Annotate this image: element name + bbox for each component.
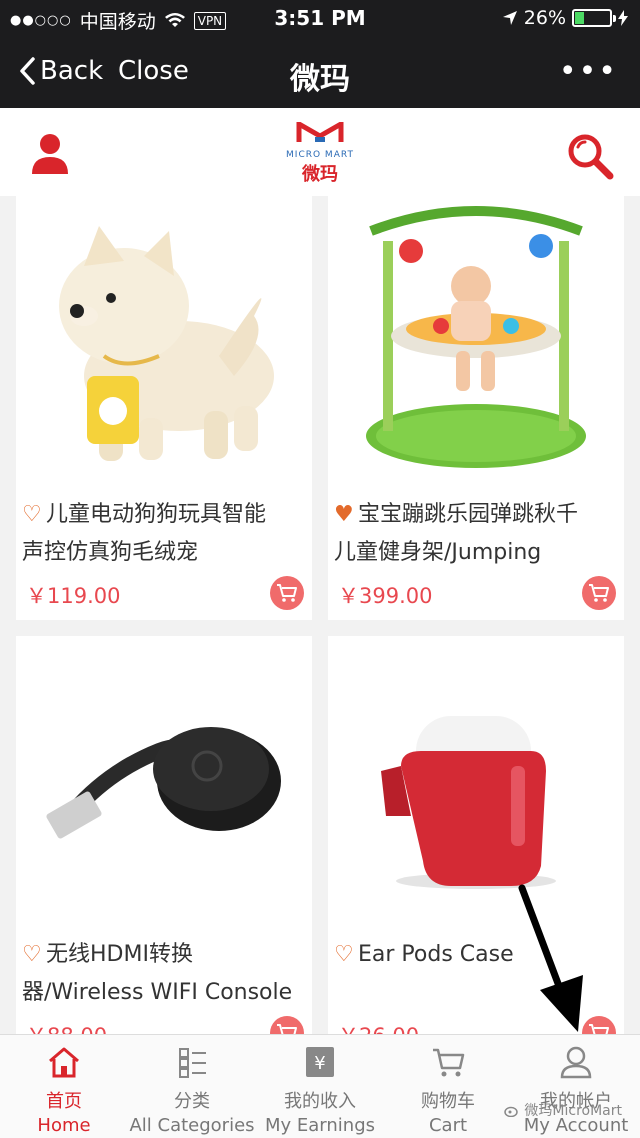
tab-label-en: All Categories — [129, 1115, 255, 1136]
tab-home[interactable]: 首页 Home — [0, 1035, 128, 1138]
product-card[interactable]: ♡无线HDMI转换 器/Wireless WIFI Console ￥88.00 — [16, 636, 312, 1050]
cart-icon — [589, 584, 609, 602]
product-title-line1: 无线HDMI转换 — [46, 942, 193, 967]
battery-icon — [572, 9, 616, 27]
product-title: ♡ Ear Pods Case — [334, 936, 620, 1012]
battery-fill — [575, 12, 584, 24]
battery-percent: 26% — [523, 7, 566, 29]
add-to-cart-button[interactable] — [582, 576, 616, 610]
product-title-line1: 儿童电动狗狗玩具智能 — [46, 502, 267, 527]
product-title: ♡ 无线HDMI转换 器/Wireless WIFI Console — [22, 936, 308, 1012]
location-arrow-icon — [502, 11, 517, 25]
product-card[interactable]: ♡ 儿童电动狗狗玩具智能 声控仿真狗毛绒宠 ￥119.00 — [16, 196, 312, 620]
nav-bar: Back Close 微玛 ••• — [0, 36, 640, 108]
add-to-cart-button[interactable] — [270, 576, 304, 610]
product-image — [16, 636, 312, 926]
user-profile-button[interactable] — [30, 132, 70, 176]
svg-text:¥: ¥ — [314, 1053, 325, 1074]
tab-label-en: Cart — [428, 1115, 468, 1136]
favorite-heart-icon[interactable]: ♡ — [22, 496, 46, 534]
logo-chinese: 微玛 — [302, 164, 338, 185]
product-price: ￥399.00 — [338, 584, 433, 608]
product-image — [328, 636, 624, 926]
battery-tip — [613, 15, 616, 22]
status-bar: ●●○○○ 中国移动 VPN 3:51 PM 26% — [0, 0, 640, 36]
app-root: ●●○○○ 中国移动 VPN 3:51 PM 26% Back Close 微玛… — [0, 0, 640, 1138]
weibo-icon — [504, 1106, 519, 1117]
tab-label-en: Home — [37, 1115, 91, 1136]
user-icon — [560, 1046, 592, 1079]
product-image — [328, 196, 624, 486]
product-title-line2: 器/Wireless WIFI Console — [22, 980, 293, 1005]
tab-label-cn: 我的收入 — [284, 1091, 356, 1112]
tab-my-account[interactable]: 我的帐户 My Account — [512, 1035, 640, 1138]
categories-icon — [179, 1048, 206, 1078]
product-image — [16, 196, 312, 486]
baby-jumper-image — [366, 206, 586, 468]
tab-label-cn: 首页 — [46, 1091, 82, 1112]
tab-label-cn: 分类 — [174, 1091, 210, 1112]
product-title-line2: 声控仿真狗毛绒宠 — [22, 540, 199, 565]
product-title-line1: Ear Pods Case — [358, 942, 514, 967]
chromecast-image — [46, 727, 281, 839]
product-card[interactable]: ♥ 宝宝蹦跳乐园弹跳秋千 儿童健身架/Jumping ￥399.00 — [328, 196, 624, 620]
home-icon — [49, 1047, 79, 1078]
product-title-line1: 宝宝蹦跳乐园弹跳秋千 — [358, 502, 579, 527]
logo-english: MICRO MART — [286, 150, 354, 160]
charging-bolt-icon — [618, 10, 628, 26]
cart-icon — [277, 584, 297, 602]
user-icon — [32, 134, 68, 174]
tab-label-cn: 购物车 — [421, 1091, 475, 1112]
app-header: MICRO MART 微玛 — [0, 108, 640, 196]
product-card[interactable]: ♡Ear Pods Case ￥26.00 — [328, 636, 624, 1050]
micromart-logo-mark — [296, 119, 344, 142]
cart-icon — [433, 1048, 465, 1077]
favorite-heart-icon[interactable]: ♡ — [334, 936, 358, 974]
page-title: 微玛 — [290, 62, 350, 97]
tab-my-earnings[interactable]: ¥ 我的收入 My Earnings — [256, 1035, 384, 1138]
watermark: 微玛MicroMart — [504, 1100, 622, 1120]
bottom-tab-bar: 首页 Home 分类 All Categories ¥ 我的收入 My Earn… — [0, 1034, 640, 1138]
brand-logo: MICRO MART 微玛 — [270, 119, 370, 186]
earpods-case-image — [381, 716, 556, 889]
search-icon — [568, 134, 614, 180]
product-title-line2: 儿童健身架/Jumping — [334, 540, 542, 565]
watermark-text: 微玛MicroMart — [524, 1103, 622, 1119]
favorite-heart-icon[interactable]: ♡ — [22, 936, 46, 974]
product-title: ♥ 宝宝蹦跳乐园弹跳秋千 儿童健身架/Jumping — [334, 496, 620, 572]
product-price: ￥119.00 — [26, 584, 121, 608]
product-title: ♡ 儿童电动狗狗玩具智能 声控仿真狗毛绒宠 — [22, 496, 308, 572]
favorite-heart-icon[interactable]: ♥ — [334, 496, 358, 534]
plush-dog-image — [59, 226, 274, 461]
tab-label-en: My Earnings — [264, 1115, 375, 1136]
tab-all-categories[interactable]: 分类 All Categories — [128, 1035, 256, 1138]
search-button[interactable] — [566, 132, 614, 180]
tab-cart[interactable]: 购物车 Cart — [384, 1035, 512, 1138]
more-menu-button[interactable]: ••• — [559, 54, 618, 89]
status-right: 26% — [502, 7, 628, 29]
yuan-icon: ¥ — [306, 1047, 334, 1077]
